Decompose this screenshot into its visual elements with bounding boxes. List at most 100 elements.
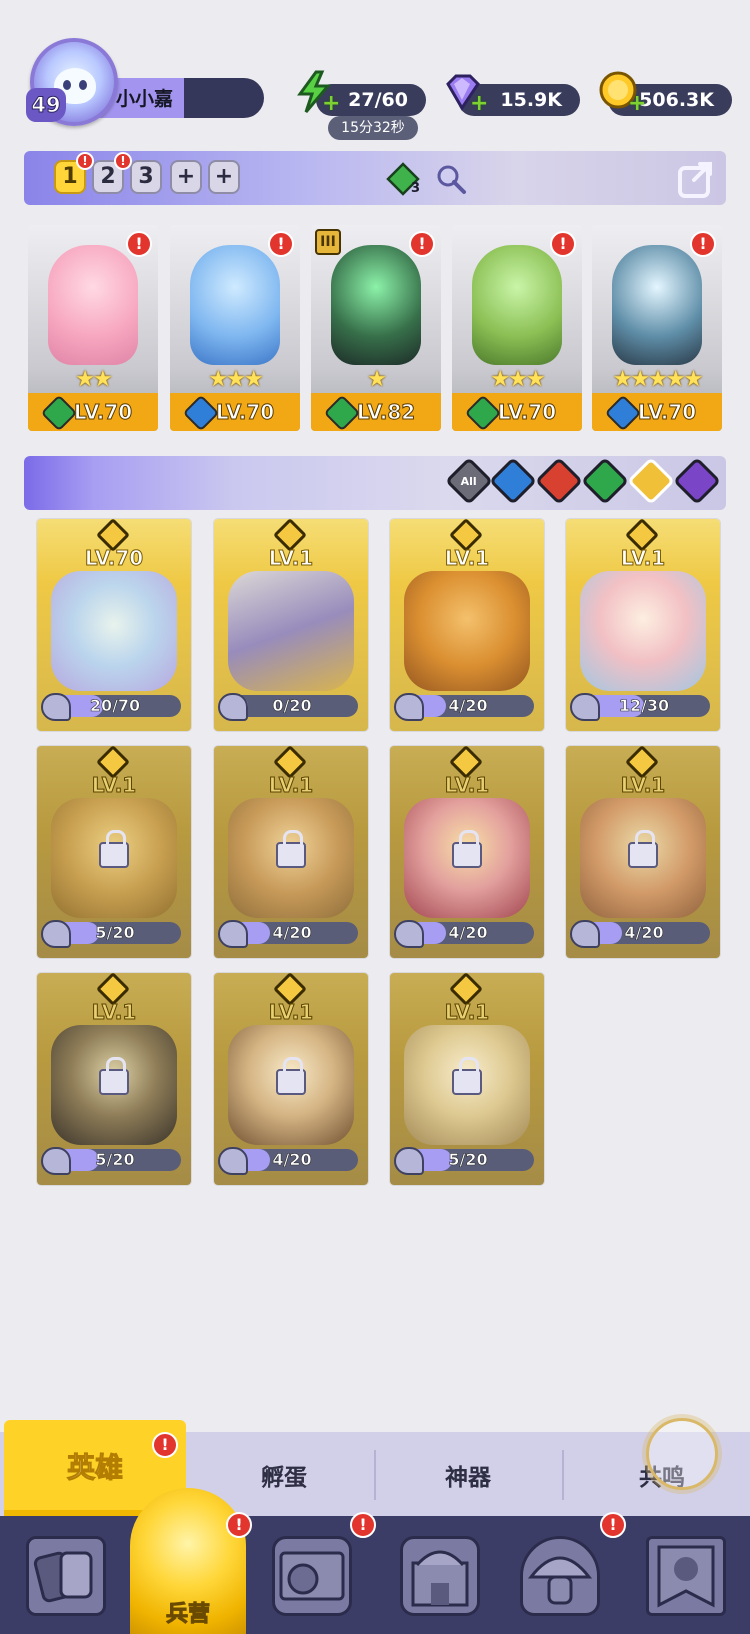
tab-artifact[interactable]: 神器 xyxy=(408,1458,528,1492)
player-level-badge: 49 xyxy=(26,88,66,122)
nav-castle-icon[interactable] xyxy=(400,1536,480,1616)
hero-portrait xyxy=(472,245,562,365)
lock-icon xyxy=(628,830,658,868)
gems-value: 15.9K xyxy=(500,89,562,111)
hero-level-bar: LV.70 xyxy=(452,393,582,431)
nav-banner-icon[interactable] xyxy=(646,1536,726,1616)
team-tab-label: 3 xyxy=(138,164,154,189)
hero-card[interactable]: LV.1 4/20 xyxy=(214,973,368,1185)
hero-card[interactable]: LV.1 0/20 xyxy=(214,519,368,731)
hero-card[interactable]: LV.1 12/30 xyxy=(566,519,720,731)
add-energy-icon[interactable]: + xyxy=(322,93,340,115)
hero-tab-alert-badge: ! xyxy=(152,1432,178,1458)
hero-shard-icon xyxy=(394,920,424,948)
gold-coin-icon[interactable]: + xyxy=(598,70,646,115)
team-gem-count: 3 xyxy=(410,181,420,196)
team-tab-alert-badge: ! xyxy=(76,152,94,170)
hero-level: LV.1 xyxy=(620,546,666,571)
hero-card[interactable]: LV.1 4/20 xyxy=(390,519,544,731)
hero-card[interactable]: LV.1 4/20 xyxy=(566,746,720,958)
hero-level: LV.1 xyxy=(444,1000,490,1025)
hero-level-bar: LV.70 xyxy=(592,393,722,431)
map-alert-badge: ! xyxy=(350,1512,376,1538)
hero-level-bar: LV.82 xyxy=(311,393,441,431)
hero-level-bar: LV.70 xyxy=(170,393,300,431)
add-gold-icon[interactable]: + xyxy=(628,93,646,115)
floating-ring-button[interactable] xyxy=(646,1418,718,1490)
hero-level: LV.1 xyxy=(91,773,137,798)
hero-rank-badge: III xyxy=(315,229,341,255)
avatar-eye xyxy=(63,80,71,90)
team-hero-card[interactable]: ★★ LV.70! xyxy=(28,225,158,431)
avatar-eye xyxy=(79,80,87,90)
lock-icon xyxy=(99,1057,129,1095)
nature-element-icon xyxy=(323,394,361,431)
hero-level: LV.1 xyxy=(268,773,314,798)
tab-hatch[interactable]: 孵蛋 xyxy=(224,1458,344,1492)
lock-icon xyxy=(452,1057,482,1095)
team-tab-5[interactable]: + xyxy=(208,160,240,194)
nature-element-icon xyxy=(464,394,502,431)
gem-icon[interactable]: + xyxy=(440,70,488,115)
team-hero-card[interactable]: ★★★★★ LV.70! xyxy=(592,225,722,431)
lock-icon xyxy=(276,830,306,868)
team-tab-2[interactable]: 2! xyxy=(92,152,132,194)
hero-card[interactable]: LV.1 5/20 xyxy=(37,746,191,958)
hero-shard-icon xyxy=(218,693,248,721)
hero-card[interactable]: LV.1 4/20 xyxy=(390,746,544,958)
team-tab-3[interactable]: 3 xyxy=(130,160,162,194)
tab-divider xyxy=(562,1450,564,1500)
hero-level: LV.70 xyxy=(637,400,697,425)
team-tab-label: + xyxy=(214,164,234,189)
team-tab-alert-badge: ! xyxy=(114,152,132,170)
hero-level: LV.1 xyxy=(268,1000,314,1025)
hero-shard-icon xyxy=(41,1147,71,1175)
add-gems-icon[interactable]: + xyxy=(470,93,488,115)
barracks-alert-badge: ! xyxy=(226,1512,252,1538)
hero-alert-badge: ! xyxy=(690,231,716,257)
hero-shard-icon xyxy=(394,693,424,721)
nav-map-book-icon[interactable] xyxy=(272,1536,352,1616)
hero-level: LV.1 xyxy=(268,546,314,571)
nav-mushroom-icon[interactable] xyxy=(520,1536,600,1616)
hero-level: LV.1 xyxy=(91,1000,137,1025)
team-tab-4[interactable]: + xyxy=(170,160,202,194)
hero-card[interactable]: LV.70 20/70 xyxy=(37,519,191,731)
team-gem-indicator: 3 xyxy=(386,162,420,196)
filter-label: All xyxy=(460,474,477,488)
mushroom-alert-badge: ! xyxy=(600,1512,626,1538)
energy-icon[interactable]: + xyxy=(292,70,340,115)
hero-card[interactable]: LV.1 4/20 xyxy=(214,746,368,958)
search-icon[interactable] xyxy=(434,162,468,196)
hero-level: LV.70 xyxy=(84,546,144,571)
hero-alert-badge: ! xyxy=(268,231,294,257)
team-hero-card[interactable]: ★★★ LV.70! xyxy=(170,225,300,431)
lock-icon xyxy=(452,830,482,868)
team-tab-label: 1 xyxy=(62,164,78,189)
hero-card[interactable]: LV.1 5/20 xyxy=(37,973,191,1185)
energy-value: 27/60 xyxy=(348,89,408,111)
hero-portrait xyxy=(612,245,702,365)
nav-barracks-label: 兵营 xyxy=(165,1602,210,1628)
hero-stars: ★★★★★ xyxy=(612,367,704,392)
hero-shard-icon xyxy=(41,920,71,948)
hero-level-bar: LV.70 xyxy=(28,393,158,431)
hero-portrait xyxy=(580,571,706,691)
hero-level: LV.1 xyxy=(444,546,490,571)
player-name: 小小嘉 xyxy=(116,88,174,110)
water-element-icon xyxy=(182,394,220,431)
water-element-icon xyxy=(604,394,642,431)
lock-icon xyxy=(276,1057,306,1095)
hero-level: LV.82 xyxy=(356,400,416,425)
team-hero-card[interactable]: ★★★ LV.70! xyxy=(452,225,582,431)
hero-portrait xyxy=(228,571,354,691)
hero-stars: ★★★ xyxy=(208,367,263,392)
hero-shard-icon xyxy=(218,920,248,948)
share-icon[interactable] xyxy=(676,156,720,200)
team-hero-card[interactable]: ★ LV.82! III xyxy=(311,225,441,431)
hero-card[interactable]: LV.1 5/20 xyxy=(390,973,544,1185)
nature-element-icon xyxy=(40,394,78,431)
team-tab-1[interactable]: 1! xyxy=(54,152,94,194)
tab-divider xyxy=(374,1450,376,1500)
nav-cards-icon[interactable] xyxy=(26,1536,106,1616)
